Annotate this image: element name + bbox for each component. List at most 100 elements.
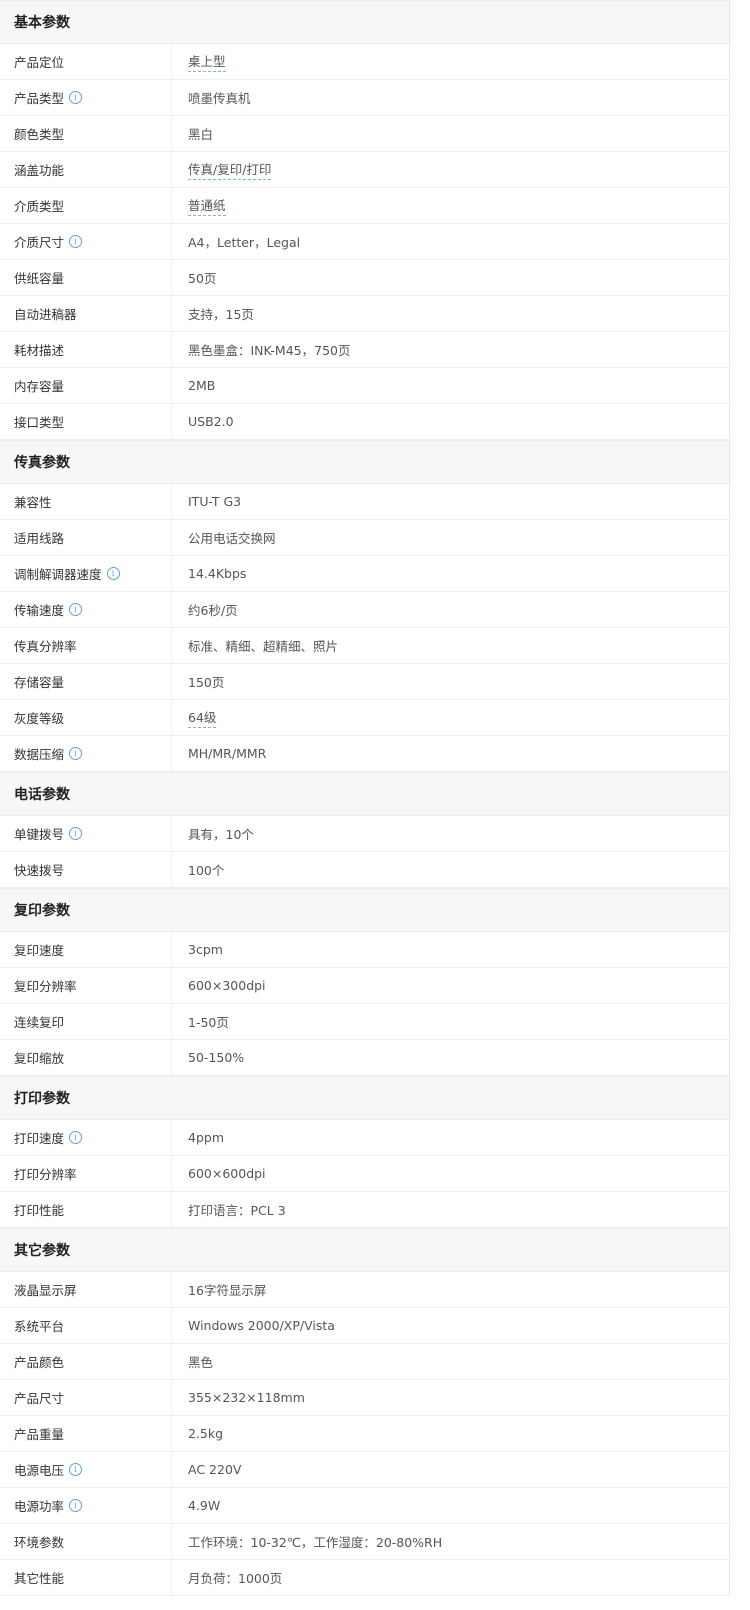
spec-key: 产品颜色 [0, 1344, 172, 1379]
spec-key-label: 兼容性 [14, 495, 52, 510]
info-icon[interactable]: i [69, 1463, 83, 1476]
spec-row: 打印速度 i 4ppm [0, 1120, 729, 1156]
spec-row: 连续复印 1-50页 [0, 1004, 729, 1040]
spec-value-text: ITU-T G3 [188, 494, 242, 509]
spec-key: 连续复印 [0, 1004, 172, 1039]
spec-value: USB2.0 [172, 404, 729, 439]
spec-value-text: Windows 2000/XP/Vista [188, 1318, 335, 1333]
spec-row: 耗材描述 黑色墨盒：INK-M45，750页 [0, 332, 729, 368]
spec-value: 标准、精细、超精细、照片 [172, 628, 729, 663]
spec-value-text: 支持，15页 [188, 307, 254, 322]
spec-row: 电源功率 i 4.9W [0, 1488, 729, 1524]
spec-value[interactable]: 传真/复印/打印 [172, 152, 729, 187]
spec-row: 液晶显示屏 16字符显示屏 [0, 1272, 729, 1308]
spec-row: 接口类型 USB2.0 [0, 404, 729, 440]
spec-key: 电源功率 i [0, 1488, 172, 1523]
spec-key: 传输速度 i [0, 592, 172, 627]
spec-key: 颜色类型 [0, 116, 172, 151]
spec-key: 电源电压 i [0, 1452, 172, 1487]
spec-key-label: 调制解调器速度 [14, 567, 102, 582]
info-icon[interactable]: i [69, 827, 83, 840]
spec-value-text: 标准、精细、超精细、照片 [188, 639, 339, 654]
spec-row: 介质类型 普通纸 [0, 188, 729, 224]
info-icon[interactable]: i [69, 1131, 83, 1144]
spec-key-label: 产品重量 [14, 1427, 65, 1442]
spec-key-label: 复印速度 [14, 943, 65, 958]
spec-value[interactable]: 普通纸 [172, 188, 729, 223]
spec-value: 月负荷：1000页 [172, 1560, 729, 1595]
spec-value: 600×600dpi [172, 1156, 729, 1191]
spec-value-text: 50-150% [188, 1050, 245, 1065]
spec-value: 1-50页 [172, 1004, 729, 1039]
spec-key-label: 连续复印 [14, 1015, 65, 1030]
spec-value-text: 打印语言：PCL 3 [188, 1203, 286, 1218]
spec-key: 适用线路 [0, 520, 172, 555]
spec-value: AC 220V [172, 1452, 729, 1487]
spec-row: 涵盖功能 传真/复印/打印 [0, 152, 729, 188]
spec-key: 兼容性 [0, 484, 172, 519]
spec-row: 内存容量 2MB [0, 368, 729, 404]
spec-key: 复印缩放 [0, 1040, 172, 1075]
spec-value[interactable]: 桌上型 [172, 44, 729, 79]
info-icon[interactable]: i [69, 603, 83, 616]
info-icon[interactable]: i [69, 235, 83, 248]
section-header: 基本参数 [0, 0, 729, 44]
spec-value-text: 具有，10个 [188, 827, 254, 842]
spec-key: 涵盖功能 [0, 152, 172, 187]
spec-key: 存储容量 [0, 664, 172, 699]
spec-value-text: 3cpm [188, 942, 223, 957]
spec-key: 打印速度 i [0, 1120, 172, 1155]
spec-key: 产品重量 [0, 1416, 172, 1451]
spec-key: 调制解调器速度 i [0, 556, 172, 591]
spec-key: 系统平台 [0, 1308, 172, 1343]
spec-value: 打印语言：PCL 3 [172, 1192, 729, 1227]
spec-value-link[interactable]: 桌上型 [188, 51, 226, 72]
spec-key-label: 传真分辨率 [14, 639, 77, 654]
spec-value-text: 355×232×118mm [188, 1390, 305, 1405]
spec-key-label: 自动进稿器 [14, 307, 77, 322]
spec-row: 数据压缩 i MH/MR/MMR [0, 736, 729, 772]
spec-key: 介质尺寸 i [0, 224, 172, 259]
spec-value: 黑白 [172, 116, 729, 151]
spec-value-text: 黑色 [188, 1355, 214, 1370]
section-header: 电话参数 [0, 772, 729, 816]
spec-value: 50-150% [172, 1040, 729, 1075]
spec-row: 自动进稿器 支持，15页 [0, 296, 729, 332]
spec-value-text: AC 220V [188, 1462, 242, 1477]
spec-key-label: 产品尺寸 [14, 1391, 65, 1406]
spec-value-text: 黑色墨盒：INK-M45，750页 [188, 343, 351, 358]
spec-value: 工作环境：10-32℃，工作湿度：20-80%RH [172, 1524, 729, 1559]
spec-row: 打印分辨率 600×600dpi [0, 1156, 729, 1192]
spec-value: MH/MR/MMR [172, 736, 729, 771]
section-header: 复印参数 [0, 888, 729, 932]
spec-key: 打印性能 [0, 1192, 172, 1227]
spec-key-label: 接口类型 [14, 415, 65, 430]
spec-value: 16字符显示屏 [172, 1272, 729, 1307]
info-icon[interactable]: i [69, 747, 83, 760]
spec-value-text: 1-50页 [188, 1015, 229, 1030]
info-icon[interactable]: i [69, 1499, 83, 1512]
spec-value: 3cpm [172, 932, 729, 967]
spec-key-label: 内存容量 [14, 379, 65, 394]
spec-key: 环境参数 [0, 1524, 172, 1559]
spec-value: 黑色 [172, 1344, 729, 1379]
spec-key-label: 电源功率 [14, 1499, 65, 1514]
spec-value-link[interactable]: 传真/复印/打印 [188, 159, 272, 180]
spec-key-label: 存储容量 [14, 675, 65, 690]
spec-value-link[interactable]: 64级 [188, 707, 217, 728]
spec-key-label: 介质尺寸 [14, 235, 65, 250]
spec-value[interactable]: 64级 [172, 700, 729, 735]
spec-row: 复印分辨率 600×300dpi [0, 968, 729, 1004]
spec-key-label: 其它性能 [14, 1571, 65, 1586]
spec-value: 100个 [172, 852, 729, 887]
info-icon[interactable]: i [69, 91, 83, 104]
spec-key-label: 单键拨号 [14, 827, 65, 842]
spec-row: 电源电压 i AC 220V [0, 1452, 729, 1488]
info-icon[interactable]: i [106, 567, 120, 580]
spec-row: 存储容量 150页 [0, 664, 729, 700]
spec-key: 产品定位 [0, 44, 172, 79]
spec-value: 黑色墨盒：INK-M45，750页 [172, 332, 729, 367]
spec-value-link[interactable]: 普通纸 [188, 195, 226, 216]
spec-row: 产品尺寸 355×232×118mm [0, 1380, 729, 1416]
spec-value-text: 16字符显示屏 [188, 1283, 267, 1298]
